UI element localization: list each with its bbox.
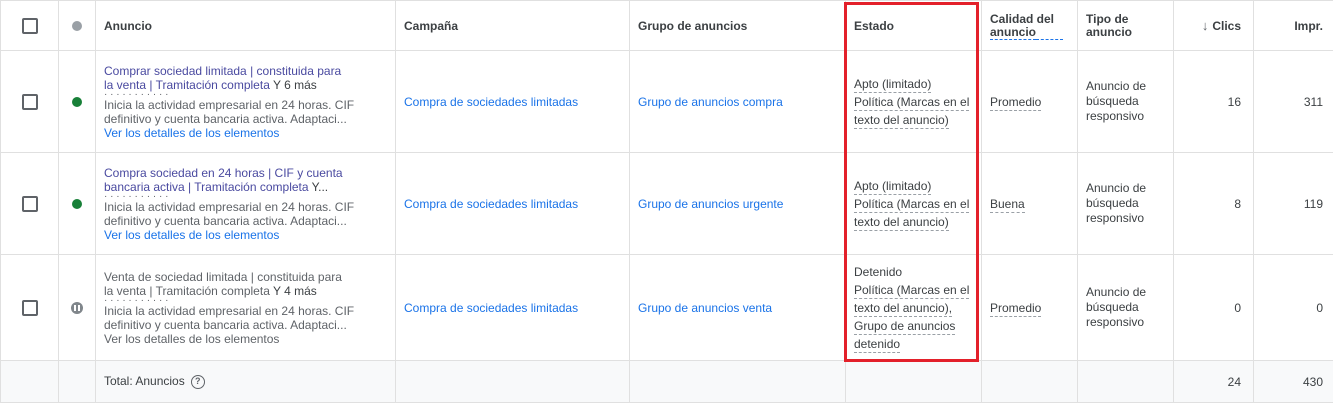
total-label: Total: Anuncios (104, 374, 185, 389)
ad-description: Inicia la actividad empresarial en 24 ho… (104, 97, 355, 126)
select-all-checkbox[interactable] (21, 17, 38, 34)
status-cell: Apto (limitado) Política (Marcas en el t… (845, 152, 982, 255)
clics-label: Clics (1212, 19, 1241, 33)
impressions-value: 311 (1253, 50, 1333, 153)
campaign-link[interactable]: Compra de sociedades limitadas (396, 95, 586, 109)
column-header-estado[interactable]: Estado (845, 0, 982, 51)
select-all-cell (0, 0, 59, 51)
tipo-line2: anuncio (1086, 24, 1133, 39)
sort-down-arrow-icon: ↓ (1201, 18, 1209, 33)
ad-group-link[interactable]: Grupo de anuncios compra (630, 95, 791, 109)
row-status-cell (58, 50, 96, 153)
column-header-grupo[interactable]: Grupo de anuncios (629, 0, 846, 51)
ad-description: Inicia la actividad empresarial en 24 ho… (104, 199, 355, 228)
status-header-cell (58, 0, 96, 51)
row-select-cell (0, 254, 59, 361)
row-checkbox[interactable] (21, 299, 38, 316)
help-icon[interactable]: ? (190, 374, 205, 389)
type-cell: Anuncio de búsqueda responsivo (1077, 152, 1174, 255)
column-header-campana[interactable]: Campaña (395, 0, 630, 51)
ads-table: Anuncio Campaña Grupo de anuncios Estado… (0, 0, 1333, 403)
ad-cell: Venta de sociedad limitada | constituida… (95, 254, 396, 361)
row-select-cell (0, 152, 59, 255)
table-row: Compra sociedad en 24 horas | CIF y cuen… (0, 152, 1333, 255)
clicks-value: 16 (1173, 50, 1254, 153)
table-row: Venta de sociedad limitada | constituida… (0, 254, 1333, 361)
quality-cell: Buena (981, 152, 1078, 255)
quality-cell: Promedio (981, 50, 1078, 153)
ad-cell: Compra sociedad en 24 horas | CIF y cuen… (95, 152, 396, 255)
total-clicks: 24 (1173, 360, 1254, 403)
tipo-line1: Tipo de (1086, 11, 1129, 26)
campaign-link[interactable]: Compra de sociedades limitadas (396, 301, 586, 315)
type-cell: Anuncio de búsqueda responsivo (1077, 50, 1174, 153)
ad-description: Inicia la actividad empresarial en 24 ho… (104, 303, 355, 332)
quality-cell: Promedio (981, 254, 1078, 361)
status-dot-icon (72, 21, 82, 32)
ad-group-link[interactable]: Grupo de anuncios venta (630, 301, 780, 315)
status-cell: Detenido Política (Marcas en el texto de… (845, 254, 982, 361)
header-row: Anuncio Campaña Grupo de anuncios Estado… (0, 0, 1333, 51)
total-impressions: 430 (1253, 360, 1333, 403)
status-cell: Apto (limitado) Política (Marcas en el t… (845, 50, 982, 153)
type-cell: Anuncio de búsqueda responsivo (1077, 254, 1174, 361)
total-row: Total: Anuncios? 24 430 (0, 360, 1333, 403)
enabled-status-icon[interactable] (72, 97, 82, 108)
column-header-tipo[interactable]: Tipo de anuncio (1077, 0, 1174, 51)
ad-title[interactable]: Venta de sociedad limitada | constituida… (104, 270, 387, 298)
calidad-line2: anuncio (990, 24, 1037, 40)
row-status-cell (58, 254, 96, 361)
ad-group-link[interactable]: Grupo de anuncios urgente (630, 197, 791, 211)
ad-details-link[interactable]: Ver los detalles de los elementos (104, 228, 387, 242)
ad-details-link[interactable]: Ver los detalles de los elementos (104, 332, 387, 346)
column-header-clics[interactable]: ↓ Clics (1173, 0, 1254, 51)
ad-title[interactable]: Compra sociedad en 24 horas | CIF y cuen… (104, 166, 387, 194)
column-header-calidad[interactable]: Calidad del anuncio (981, 0, 1078, 51)
enabled-status-icon[interactable] (72, 199, 82, 210)
row-checkbox[interactable] (21, 195, 38, 212)
row-select-cell (0, 50, 59, 153)
column-header-impr[interactable]: Impr. (1253, 0, 1333, 51)
ad-title[interactable]: Comprar sociedad limitada | constituida … (104, 64, 387, 92)
ad-cell: Comprar sociedad limitada | constituida … (95, 50, 396, 153)
impressions-value: 0 (1253, 254, 1333, 361)
total-label-cell: Total: Anuncios? (95, 360, 396, 403)
column-header-anuncio[interactable]: Anuncio (95, 0, 396, 51)
calidad-line1: Calidad del (990, 11, 1055, 26)
row-status-cell (58, 152, 96, 255)
table-row: Comprar sociedad limitada | constituida … (0, 50, 1333, 153)
impressions-value: 119 (1253, 152, 1333, 255)
ad-details-link[interactable]: Ver los detalles de los elementos (104, 126, 387, 140)
campaign-link[interactable]: Compra de sociedades limitadas (396, 197, 586, 211)
row-checkbox[interactable] (21, 93, 38, 110)
clicks-value: 8 (1173, 152, 1254, 255)
clicks-value: 0 (1173, 254, 1254, 361)
paused-status-icon[interactable] (71, 302, 83, 315)
